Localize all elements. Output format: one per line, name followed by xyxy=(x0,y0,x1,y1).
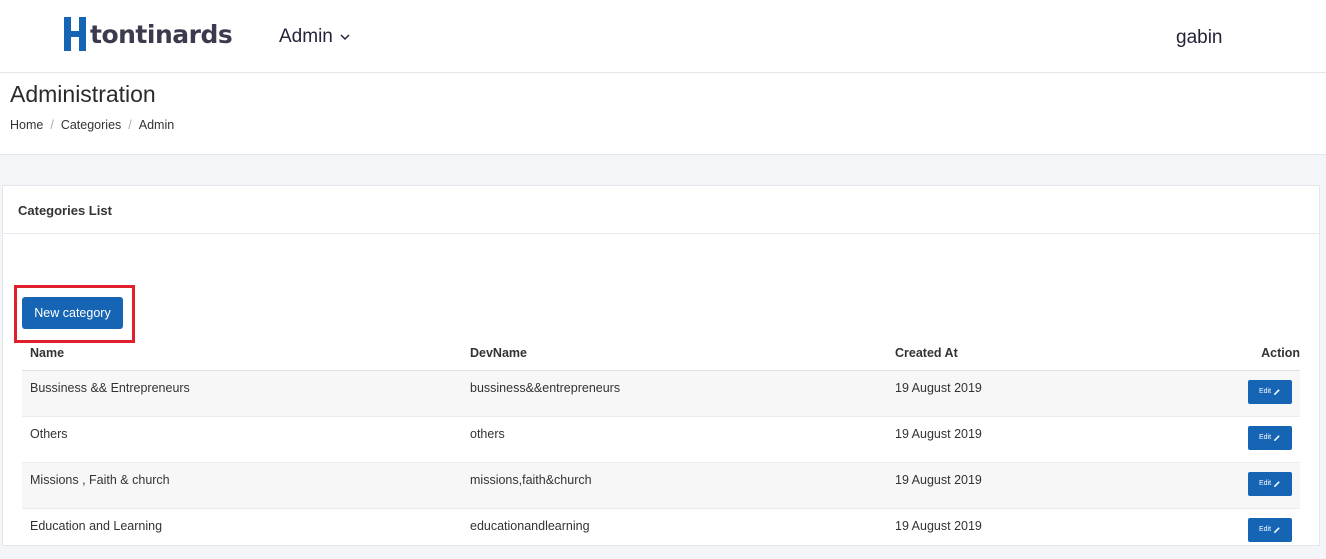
pencil-icon xyxy=(1274,526,1280,533)
cell-name: Others xyxy=(22,415,462,462)
breadcrumb-home[interactable]: Home xyxy=(10,118,43,132)
cell-devname: bussiness&&entrepreneurs xyxy=(462,369,887,416)
user-name[interactable]: gabin xyxy=(1176,27,1223,49)
edit-button[interactable]: Edit xyxy=(1248,471,1292,496)
edit-button-label: Edit xyxy=(1258,388,1272,395)
table-row: Missions , Faith & church missions,faith… xyxy=(22,461,1300,508)
breadcrumb-categories[interactable]: Categories xyxy=(61,118,121,132)
cell-action: Edit xyxy=(1177,415,1300,462)
cell-name: Education and Learning xyxy=(22,507,462,554)
edit-button[interactable]: Edit xyxy=(1248,517,1292,542)
card-title: Categories List xyxy=(3,186,1319,234)
edit-button[interactable]: Edit xyxy=(1248,425,1292,450)
categories-table: Name DevName Created At Action Bussiness… xyxy=(22,337,1300,554)
cell-name: Missions , Faith & church xyxy=(22,461,462,508)
cell-name: Bussiness && Entrepreneurs xyxy=(22,369,462,416)
edit-button-label: Edit xyxy=(1258,526,1272,533)
column-header-action: Action xyxy=(1177,337,1300,371)
breadcrumb-admin: Admin xyxy=(138,118,175,132)
cell-devname: missions,faith&church xyxy=(462,461,887,508)
logo-icon xyxy=(64,17,86,51)
table-row: Education and Learning educationandlearn… xyxy=(22,507,1300,554)
table-row: Others others 19 August 2019 Edit xyxy=(22,415,1300,462)
cell-devname: educationandlearning xyxy=(462,507,887,554)
cell-created-at: 19 August 2019 xyxy=(887,415,1177,462)
pencil-icon xyxy=(1274,480,1280,487)
column-header-name: Name xyxy=(22,337,462,371)
pencil-icon xyxy=(1274,434,1280,441)
breadcrumb: Home / Categories / Admin xyxy=(10,118,174,132)
page-header: Administration Home / Categories / Admin xyxy=(0,73,1326,155)
cell-action: Edit xyxy=(1177,461,1300,508)
cell-created-at: 19 August 2019 xyxy=(887,507,1177,554)
page-title: Administration xyxy=(10,81,156,107)
brand-logo[interactable]: tontinards xyxy=(64,16,233,52)
pencil-icon xyxy=(1274,388,1280,395)
new-category-button[interactable]: New category xyxy=(22,297,123,329)
cell-created-at: 19 August 2019 xyxy=(887,461,1177,508)
cell-created-at: 19 August 2019 xyxy=(887,369,1177,416)
categories-card: Categories List New category Name DevNam… xyxy=(2,185,1320,554)
cell-action: Edit xyxy=(1177,507,1300,554)
edit-button-label: Edit xyxy=(1258,434,1272,441)
edit-button-label: Edit xyxy=(1258,480,1272,487)
cell-action: Edit xyxy=(1177,369,1300,416)
edit-button[interactable]: Edit xyxy=(1248,379,1292,404)
column-header-created-at: Created At xyxy=(887,337,1177,371)
table-header-row: Name DevName Created At Action xyxy=(22,337,1300,371)
cell-devname: others xyxy=(462,415,887,462)
breadcrumb-separator: / xyxy=(50,118,54,132)
breadcrumb-separator: / xyxy=(128,118,132,132)
table-row: Bussiness && Entrepreneurs bussiness&&en… xyxy=(22,369,1300,416)
admin-dropdown-label: Admin xyxy=(279,26,333,47)
chevron-down-icon xyxy=(340,34,350,41)
top-navbar: tontinards Admin gabin xyxy=(0,0,1326,73)
brand-name: tontinards xyxy=(90,19,233,49)
column-header-devname: DevName xyxy=(462,337,887,371)
admin-dropdown[interactable]: Admin xyxy=(279,26,351,48)
